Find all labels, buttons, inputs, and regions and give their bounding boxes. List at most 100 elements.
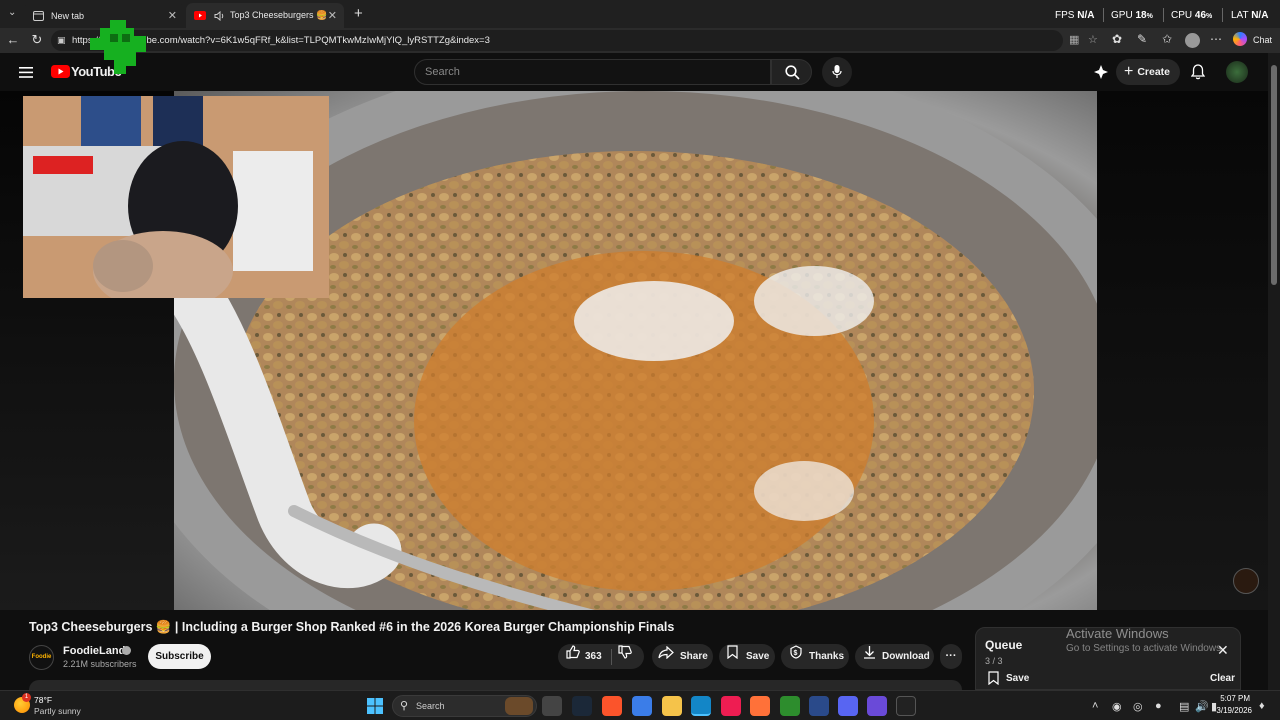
- windows-start-icon[interactable]: [365, 696, 385, 716]
- cpu-percent: %: [1206, 13, 1213, 20]
- taskbar-search-input[interactable]: ⚲ Search: [392, 695, 537, 717]
- clock-time[interactable]: 5:07 PM: [1216, 694, 1250, 703]
- queue-clear-button[interactable]: Clear: [1210, 673, 1235, 684]
- like-dislike-group: 363: [558, 644, 644, 669]
- voice-search-button[interactable]: [822, 57, 852, 87]
- weather-temp[interactable]: 78°F: [34, 695, 52, 705]
- thanks-button[interactable]: $ Thanks: [781, 644, 849, 669]
- queue-position: 3 / 3: [985, 656, 1003, 666]
- share-label: Share: [680, 651, 708, 662]
- reload-icon[interactable]: ↻: [28, 32, 46, 48]
- verified-badge-icon: [122, 646, 131, 655]
- clock-date[interactable]: 3/19/2026: [1210, 706, 1252, 715]
- favorite-star-icon[interactable]: ☆: [1088, 30, 1098, 51]
- more-options-icon[interactable]: ⋯: [1207, 32, 1225, 46]
- brave-browser-icon[interactable]: [602, 696, 622, 716]
- url-field[interactable]: ▣ https://www.youtube.com/watch?v=6K1w5q…: [51, 30, 1098, 51]
- app-grid-icon[interactable]: [867, 696, 887, 716]
- channel-watermark-icon[interactable]: [1233, 568, 1259, 594]
- thumbs-down-icon[interactable]: [618, 644, 632, 669]
- tray-app-icon[interactable]: ◎: [1133, 700, 1143, 713]
- divider: [1222, 8, 1223, 22]
- microphone-tray-icon[interactable]: ●: [1155, 700, 1162, 712]
- tab-label: New tab: [51, 10, 85, 21]
- super-thanks-icon: $: [789, 644, 803, 669]
- download-button[interactable]: Download: [855, 644, 934, 669]
- subscribe-button[interactable]: Subscribe: [148, 644, 211, 669]
- subscribe-label: Subscribe: [155, 651, 204, 662]
- extensions-icon[interactable]: ✿: [1108, 32, 1126, 46]
- page-scrollbar[interactable]: [1268, 53, 1280, 690]
- hamburger-menu-icon[interactable]: [19, 65, 33, 83]
- speaker-icon[interactable]: [213, 10, 225, 22]
- favorites-icon[interactable]: ✩: [1158, 32, 1176, 46]
- queue-save-button[interactable]: Save: [1006, 673, 1029, 684]
- search-button[interactable]: [771, 59, 812, 85]
- thanks-label: Thanks: [809, 651, 845, 662]
- new-tab-plus-icon[interactable]: +: [354, 5, 363, 22]
- edge-browser-icon[interactable]: [691, 696, 711, 716]
- file-explorer-icon[interactable]: [662, 696, 682, 716]
- queue-bookmark-icon[interactable]: [988, 671, 999, 690]
- task-view-icon[interactable]: [542, 696, 562, 716]
- cpu-value: 46: [1194, 10, 1207, 21]
- nvidia-icon[interactable]: [780, 696, 800, 716]
- save-label: Save: [746, 651, 770, 662]
- fps-value: N/A: [1077, 10, 1095, 21]
- show-hidden-icons-icon[interactable]: ˄: [1092, 700, 1098, 712]
- description-box[interactable]: [29, 680, 962, 690]
- scrollbar-thumb[interactable]: [1271, 65, 1277, 285]
- profile-avatar[interactable]: [1185, 33, 1200, 48]
- steam-tray-icon[interactable]: ◉: [1112, 700, 1122, 713]
- video-player[interactable]: [0, 91, 1268, 610]
- account-avatar[interactable]: [1226, 61, 1248, 83]
- chat-label[interactable]: Chat: [1253, 35, 1272, 45]
- activate-windows-subtitle: Go to Settings to activate Windows.: [1066, 643, 1224, 654]
- like-count[interactable]: 363: [585, 644, 602, 669]
- search-input[interactable]: Search: [414, 59, 771, 85]
- search-icon: [785, 65, 800, 80]
- notifications-bell-icon[interactable]: [1190, 64, 1206, 85]
- divider: [1163, 8, 1164, 22]
- tiktok-icon[interactable]: [721, 696, 741, 716]
- youtube-logo-icon[interactable]: [51, 65, 70, 83]
- lat-value: N/A: [1251, 10, 1269, 21]
- thumbs-up-icon[interactable]: [566, 644, 580, 669]
- lat-label: LAT: [1231, 10, 1249, 21]
- discord-icon[interactable]: [838, 696, 858, 716]
- youtube-header: YouTube Search + Create: [0, 53, 1268, 91]
- more-actions-button[interactable]: ···: [940, 644, 962, 669]
- network-icon[interactable]: ▤: [1179, 700, 1189, 713]
- channel-avatar[interactable]: Foodie: [29, 645, 54, 670]
- share-button[interactable]: Share: [652, 644, 713, 669]
- app-view-icon[interactable]: ▦: [1069, 30, 1079, 51]
- back-arrow-icon[interactable]: ←: [4, 32, 22, 47]
- tab-list-chevron-icon[interactable]: ⌄: [8, 7, 16, 18]
- volume-icon[interactable]: 🔊: [1195, 700, 1209, 713]
- close-tab-icon[interactable]: ✕: [328, 9, 337, 22]
- notification-bell-icon[interactable]: ♦: [1259, 700, 1265, 712]
- weather-desc[interactable]: Partly sunny: [34, 706, 81, 716]
- tab-youtube-video[interactable]: Top3 Cheeseburgers 🍔 | Inclu ✕: [186, 3, 344, 28]
- copilot-icon[interactable]: [1233, 32, 1247, 46]
- gpu-label: GPU: [1111, 10, 1133, 21]
- save-button[interactable]: Save: [719, 644, 775, 669]
- app-icon[interactable]: [809, 696, 829, 716]
- channel-avatar-text: Foodie: [31, 654, 52, 660]
- channel-name[interactable]: FoodieLand: [63, 645, 125, 657]
- steam-icon[interactable]: [572, 696, 592, 716]
- site-info-icon[interactable]: ▣: [57, 30, 66, 51]
- close-tab-icon[interactable]: ✕: [168, 9, 177, 22]
- browser-tab-strip: ⌄ New tab ✕ Top3 Cheeseburgers 🍔 | Inclu…: [0, 0, 1280, 74]
- create-label: Create: [1137, 66, 1170, 78]
- firefox-icon[interactable]: [750, 696, 770, 716]
- app-icon[interactable]: [896, 696, 916, 716]
- notepad-icon[interactable]: [632, 696, 652, 716]
- pin-icon[interactable]: ✎: [1133, 32, 1151, 46]
- gpu-value: 18: [1135, 10, 1147, 21]
- ai-sparkle-icon[interactable]: [1094, 65, 1108, 84]
- fps-label: FPS: [1055, 10, 1075, 21]
- create-button[interactable]: + Create: [1116, 59, 1180, 85]
- search-highlight-icon: [505, 697, 533, 715]
- streamer-webcam-overlay: [23, 96, 329, 298]
